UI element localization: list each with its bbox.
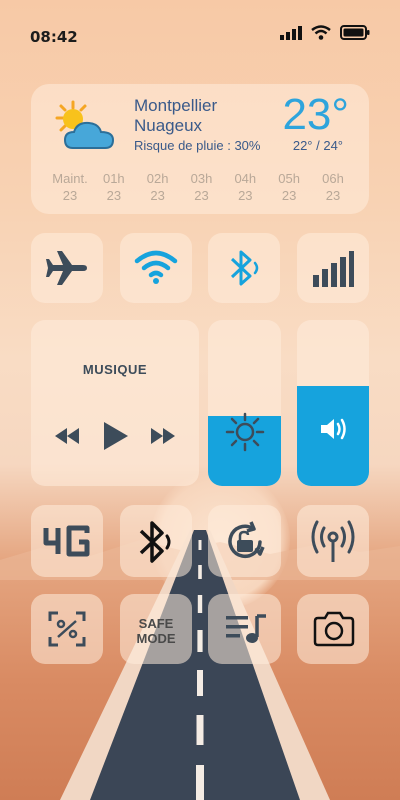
status-icons (280, 25, 370, 40)
wifi-icon (134, 250, 178, 284)
status-bar: 08:42 (0, 0, 400, 70)
forecast-item: Maint. 23 (52, 171, 88, 203)
weather-temperature: 23° (282, 90, 349, 139)
bluetooth-toggle-alt[interactable] (120, 505, 192, 577)
screenshot-icon (48, 611, 86, 647)
volume-icon (321, 418, 346, 440)
wifi-icon (311, 25, 331, 40)
cellular-icon (313, 251, 354, 287)
forecast-item: 06h 23 (322, 171, 344, 203)
weather-range: 22° / 24° (292, 138, 343, 153)
bluetooth-icon (230, 250, 259, 286)
wifi-toggle[interactable] (120, 233, 192, 303)
hotspot-icon (311, 520, 355, 562)
weather-rain-chance: Risque de pluie : 30% (134, 138, 261, 153)
forecast-item: 03h 23 (190, 171, 213, 203)
forecast-item: 04h 23 (234, 171, 257, 203)
screenshot-button[interactable] (31, 594, 103, 664)
signal-icon (280, 25, 302, 40)
weather-condition: Nuageux (134, 116, 203, 135)
music-title: MUSIQUE (82, 362, 148, 377)
brightness-icon (225, 412, 265, 452)
next-icon[interactable] (149, 426, 177, 446)
safe-mode-button[interactable]: SAFE MODE (120, 594, 192, 664)
rotation-lock-icon (228, 521, 265, 559)
status-time: 08:42 (30, 28, 78, 46)
bluetooth-icon (139, 521, 171, 563)
weather-city: Montpellier (134, 96, 218, 115)
playlist-icon (226, 614, 266, 643)
music-widget[interactable]: MUSIQUE (31, 320, 199, 486)
bluetooth-toggle[interactable] (208, 233, 280, 303)
camera-button[interactable] (297, 594, 369, 664)
safe-mode-label: SAFE MODE (136, 616, 176, 646)
forecast-item: 01h 23 (102, 171, 125, 203)
airplane-mode-toggle[interactable] (31, 233, 103, 303)
brightness-slider[interactable] (208, 320, 281, 486)
hourly-forecast: Maint. 23 01h 23 02h 23 03h 23 04h 23 05h 23 0… (49, 170, 354, 204)
hotspot-toggle[interactable] (297, 505, 369, 577)
partly-cloudy-icon (55, 100, 115, 149)
weather-widget[interactable]: Montpellier Nuageux Risque de pluie : 30… (31, 84, 369, 214)
camera-icon (313, 611, 355, 647)
volume-slider[interactable] (297, 320, 369, 486)
forecast-item: 05h 23 (278, 171, 300, 203)
4g-icon (43, 525, 90, 557)
rotation-lock-toggle[interactable] (208, 505, 281, 577)
playlist-button[interactable] (208, 594, 281, 664)
battery-icon (340, 25, 370, 40)
cellular-data-toggle[interactable] (297, 233, 369, 303)
4g-toggle[interactable] (31, 505, 103, 577)
airplane-icon (46, 251, 87, 285)
previous-icon[interactable] (53, 426, 81, 446)
weather-location: Montpellier Nuageux (134, 96, 217, 136)
forecast-item: 02h 23 (146, 171, 169, 203)
play-icon[interactable] (102, 420, 130, 452)
